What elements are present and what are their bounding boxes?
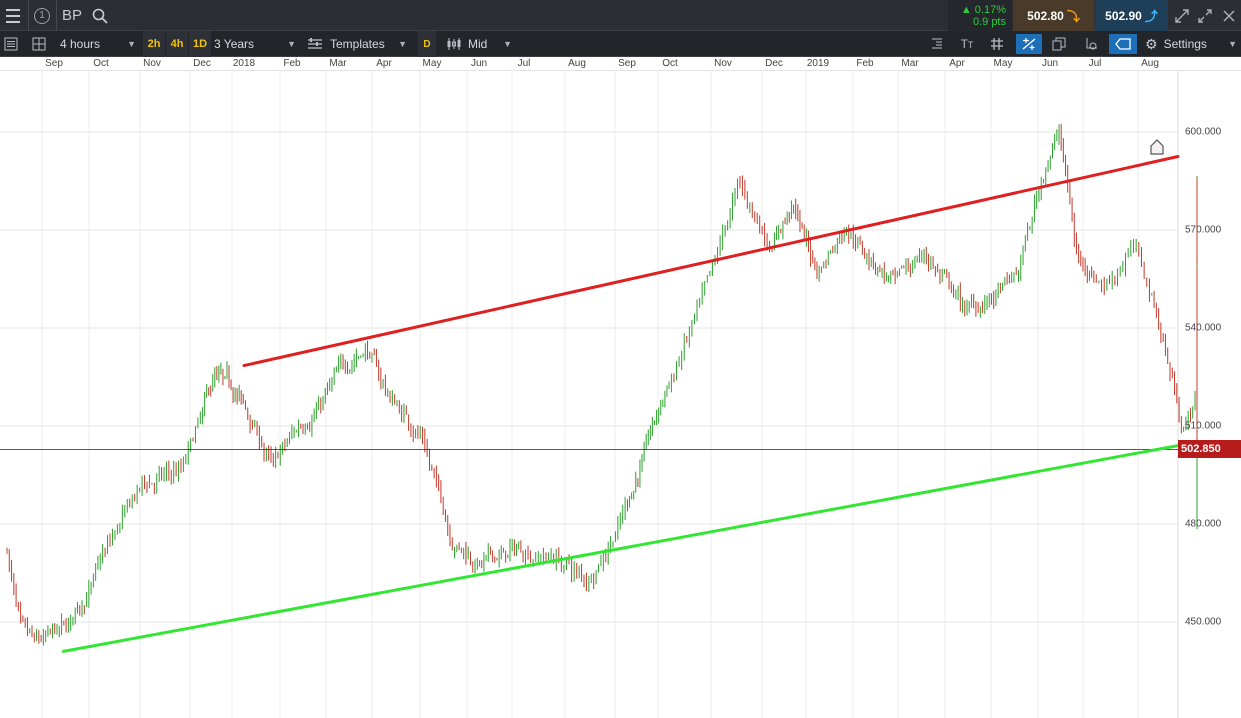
- chevron-down-icon: ▼: [127, 39, 136, 49]
- copy-icon[interactable]: [1048, 34, 1070, 54]
- drawing-tools-icon[interactable]: [1016, 34, 1042, 54]
- home-scroll-icon[interactable]: [1149, 139, 1165, 155]
- time-axis-label: 2018: [232, 58, 256, 69]
- sell-price: 502.80: [1027, 8, 1064, 23]
- grid-icon[interactable]: [986, 34, 1008, 54]
- price-axis-label: 450.000: [1185, 616, 1222, 628]
- change-points: 0.9 pts: [972, 15, 1006, 28]
- price-type-badge[interactable]: D: [418, 31, 436, 57]
- indicators-icon[interactable]: [926, 34, 948, 54]
- time-axis-label: Oct: [662, 58, 678, 69]
- divider: [56, 0, 57, 31]
- time-axis-label: Aug: [568, 58, 586, 69]
- instrument-symbol[interactable]: BP: [62, 0, 82, 31]
- menu-icon[interactable]: [0, 0, 26, 31]
- price-type-value: Mid: [468, 37, 488, 51]
- price-axis-label: 480.000: [1185, 518, 1222, 530]
- interval-select[interactable]: 4 hours ▼: [60, 31, 140, 57]
- time-axis-label: 2019: [806, 58, 830, 69]
- chevron-down-icon: ▼: [287, 39, 296, 49]
- resize-icon[interactable]: [1170, 0, 1194, 31]
- price-axis-label: 540.000: [1185, 322, 1222, 334]
- info-icon[interactable]: 1: [30, 0, 54, 31]
- time-axis-label: Aug: [1141, 58, 1159, 69]
- time-axis-label: Sep: [618, 58, 636, 69]
- tag-icon[interactable]: [1109, 34, 1137, 54]
- top-bar: 1 BP ▲ 0.17% 0.9 pts 502.80 ⤵ 502.90 ⤴: [0, 0, 1241, 31]
- time-axis-label: Feb: [856, 58, 874, 69]
- current-price-label: 502.850: [1178, 440, 1241, 459]
- divider: [28, 0, 29, 31]
- time-axis-label: Dec: [765, 58, 783, 69]
- sell-button[interactable]: 502.80 ⤵: [1013, 0, 1094, 31]
- interval-4h-button[interactable]: 4h: [166, 31, 188, 57]
- search-icon[interactable]: [90, 0, 110, 31]
- chevron-down-icon: ▼: [398, 39, 407, 49]
- settings-menu[interactable]: ⚙ Settings ▼: [1145, 31, 1237, 57]
- chevron-down-icon: ▼: [503, 39, 512, 49]
- time-axis-label: Apr: [376, 58, 392, 69]
- chart-canvas[interactable]: [0, 71, 1241, 718]
- time-axis-label: Jul: [1088, 58, 1102, 69]
- time-axis-label: May: [422, 58, 442, 69]
- time-axis-label: Apr: [949, 58, 965, 69]
- time-axis-label: Feb: [283, 58, 301, 69]
- close-icon[interactable]: [1217, 0, 1241, 31]
- time-axis-label: Oct: [93, 58, 109, 69]
- templates-menu[interactable]: Templates ▼: [307, 31, 407, 57]
- time-axis-label: May: [993, 58, 1013, 69]
- price-axis-label: 600.000: [1185, 126, 1222, 138]
- settings-label: Settings: [1163, 37, 1207, 51]
- time-axis-label: Nov: [143, 58, 161, 69]
- time-axis-label: Jul: [517, 58, 531, 69]
- time-axis-label: Nov: [714, 58, 732, 69]
- interval-value: 4 hours: [60, 37, 101, 51]
- chart-toolbar: 4 hours ▼ 2h 4h 1D 3 Years ▼ Templates ▼…: [0, 31, 1241, 57]
- range-select[interactable]: 3 Years ▼: [214, 31, 298, 57]
- templates-label: Templates: [330, 37, 385, 51]
- gear-icon: ⚙: [1145, 35, 1158, 52]
- crosshair-icon[interactable]: [1080, 34, 1102, 54]
- layout-icon[interactable]: [28, 34, 50, 54]
- buy-price: 502.90: [1105, 8, 1142, 23]
- arrow-down-icon: ⤵: [1066, 9, 1080, 24]
- templates-icon: [308, 38, 322, 49]
- time-axis-label: Dec: [193, 58, 211, 69]
- price-change: ▲ 0.17% 0.9 pts: [948, 0, 1012, 31]
- time-axis-label: Jun: [470, 58, 488, 69]
- range-value: 3 Years: [214, 37, 255, 51]
- chevron-down-icon: ▼: [1228, 39, 1237, 49]
- support-trendline: [61, 444, 1180, 653]
- price-axis-label: 570.000: [1185, 224, 1222, 236]
- time-axis-label: Mar: [901, 58, 919, 69]
- buy-button[interactable]: 502.90 ⤴: [1095, 0, 1168, 31]
- text-tool-icon[interactable]: TT: [956, 34, 978, 54]
- price-chart[interactable]: 600.000 570.000 540.000 510.000 480.000 450.0…: [0, 71, 1241, 718]
- list-icon[interactable]: [0, 34, 22, 54]
- change-percent: ▲ 0.17%: [960, 3, 1006, 16]
- arrow-up-icon: ⤴: [1144, 9, 1158, 24]
- interval-2h-button[interactable]: 2h: [143, 31, 165, 57]
- time-axis: Sep Oct Nov Dec 2018 Feb Mar Apr May Jun Jul Aug Sep…: [0, 57, 1241, 71]
- time-axis-label: Jun: [1041, 58, 1059, 69]
- time-axis-label: Mar: [329, 58, 347, 69]
- candlestick-icon: [447, 38, 461, 50]
- price-type-select[interactable]: Mid ▼: [446, 31, 512, 57]
- time-axis-label: Sep: [45, 58, 63, 69]
- price-axis-label: 510.000: [1185, 420, 1222, 432]
- expand-icon[interactable]: [1193, 0, 1217, 31]
- interval-1d-button[interactable]: 1D: [189, 31, 211, 57]
